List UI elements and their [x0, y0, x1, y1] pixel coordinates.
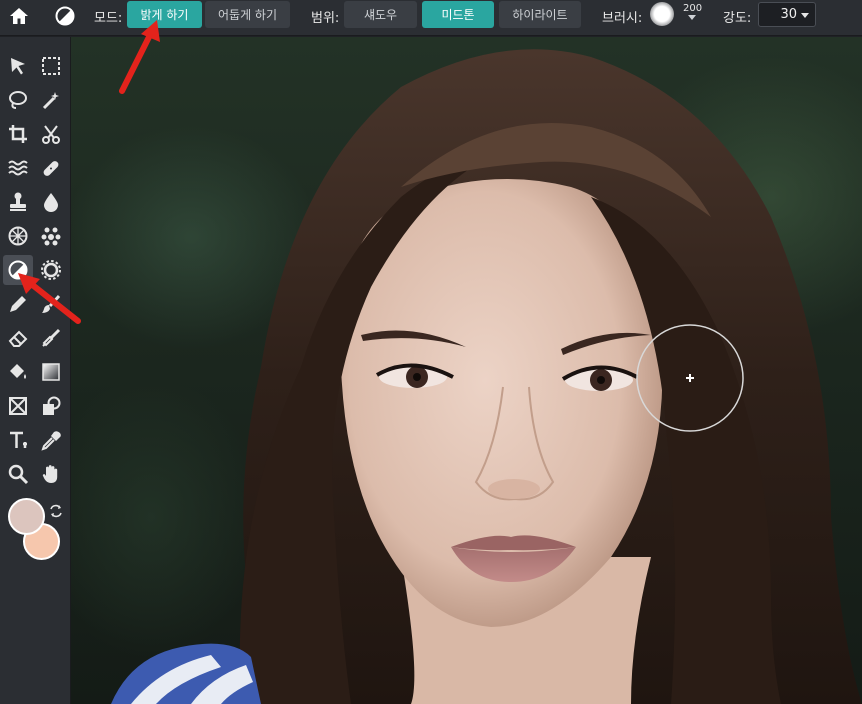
scissors-icon	[42, 125, 60, 144]
color-replace-tool[interactable]	[36, 221, 66, 251]
liquify-tool[interactable]	[3, 153, 33, 183]
text-tool[interactable]	[3, 425, 33, 455]
crop-tool[interactable]	[3, 119, 33, 149]
shape-icon	[43, 396, 61, 415]
brush-tool[interactable]	[36, 289, 66, 319]
brush-label: 브러시:	[602, 11, 643, 26]
gradient-icon	[42, 363, 60, 381]
color-brush-tool[interactable]	[36, 323, 66, 353]
blur-tool[interactable]	[36, 187, 66, 217]
magic-wand-icon	[42, 92, 59, 110]
sponge-tool[interactable]	[3, 221, 33, 251]
text-icon	[10, 431, 27, 448]
paint-brush-icon	[42, 328, 61, 347]
gradient-tool[interactable]	[36, 357, 66, 387]
waves-icon	[8, 160, 28, 176]
shape-tool[interactable]	[36, 391, 66, 421]
move-tool[interactable]	[3, 51, 33, 81]
gear-icon	[41, 260, 61, 280]
home-icon	[10, 8, 28, 24]
mode-burn-button[interactable]: 어둡게 하기	[205, 1, 290, 28]
zoom-tool[interactable]	[3, 459, 33, 489]
stamp-icon	[10, 192, 26, 211]
drop-icon	[44, 193, 58, 212]
hand-tool[interactable]	[36, 459, 66, 489]
magic-wand-tool[interactable]	[36, 85, 66, 115]
eraser-icon	[8, 330, 28, 347]
fill-tool[interactable]	[3, 357, 33, 387]
eraser-tool[interactable]	[3, 323, 33, 353]
bandage-icon	[43, 161, 59, 176]
options-toolbar: 모드: 밝게 하기 어둡게 하기 범위: 섀도우 미드톤 하이라이트 브러시: …	[0, 0, 862, 36]
foreground-color-swatch[interactable]	[8, 498, 45, 535]
pencil-tool[interactable]	[3, 289, 33, 319]
sharpen-tool[interactable]	[36, 255, 66, 285]
chevron-down-icon[interactable]	[688, 15, 696, 20]
heal-tool[interactable]	[36, 153, 66, 183]
mode-label: 모드:	[94, 11, 123, 26]
dodge-burn-icon	[55, 6, 75, 26]
brush-size-value[interactable]: 200	[683, 3, 702, 14]
swap-colors-icon[interactable]	[48, 503, 64, 519]
eyedropper-icon	[41, 431, 61, 451]
pencil-icon	[10, 296, 26, 312]
mode-dodge-button[interactable]: 밝게 하기	[127, 1, 202, 28]
dots-icon	[41, 227, 61, 246]
image-canvas[interactable]	[71, 37, 862, 704]
lasso-icon	[9, 91, 27, 109]
bucket-icon	[10, 364, 26, 379]
strength-select[interactable]: 30	[758, 2, 816, 27]
dodge-burn-icon	[8, 260, 28, 280]
brush-preview[interactable]	[650, 2, 674, 26]
portrait-photo	[111, 49, 862, 704]
hand-icon	[42, 465, 58, 483]
range-midtones-button[interactable]: 미드톤	[422, 1, 494, 28]
range-label: 범위:	[311, 11, 340, 26]
strength-value: 30	[780, 7, 797, 22]
dodge-burn-tool[interactable]	[3, 255, 33, 285]
range-highlights-button[interactable]: 하이라이트	[499, 1, 581, 28]
home-button[interactable]	[0, 0, 38, 32]
arrow-cursor-icon	[11, 58, 25, 75]
brush-icon	[42, 294, 61, 313]
lasso-tool[interactable]	[3, 85, 33, 115]
crop-icon	[9, 125, 27, 143]
magnifier-icon	[8, 464, 29, 485]
range-shadows-button[interactable]: 섀도우	[344, 1, 417, 28]
chevron-down-icon	[801, 13, 809, 18]
dashed-rect-icon	[42, 57, 60, 75]
clone-tool[interactable]	[3, 187, 33, 217]
sponge-icon	[8, 226, 28, 246]
marquee-tool[interactable]	[36, 51, 66, 81]
eyedropper-tool[interactable]	[36, 425, 66, 455]
strength-label: 강도:	[723, 11, 752, 26]
current-tool-indicator	[48, 3, 82, 29]
frame-tool[interactable]	[3, 391, 33, 421]
tools-panel	[0, 37, 71, 704]
frame-icon	[9, 397, 27, 415]
cut-tool[interactable]	[36, 119, 66, 149]
